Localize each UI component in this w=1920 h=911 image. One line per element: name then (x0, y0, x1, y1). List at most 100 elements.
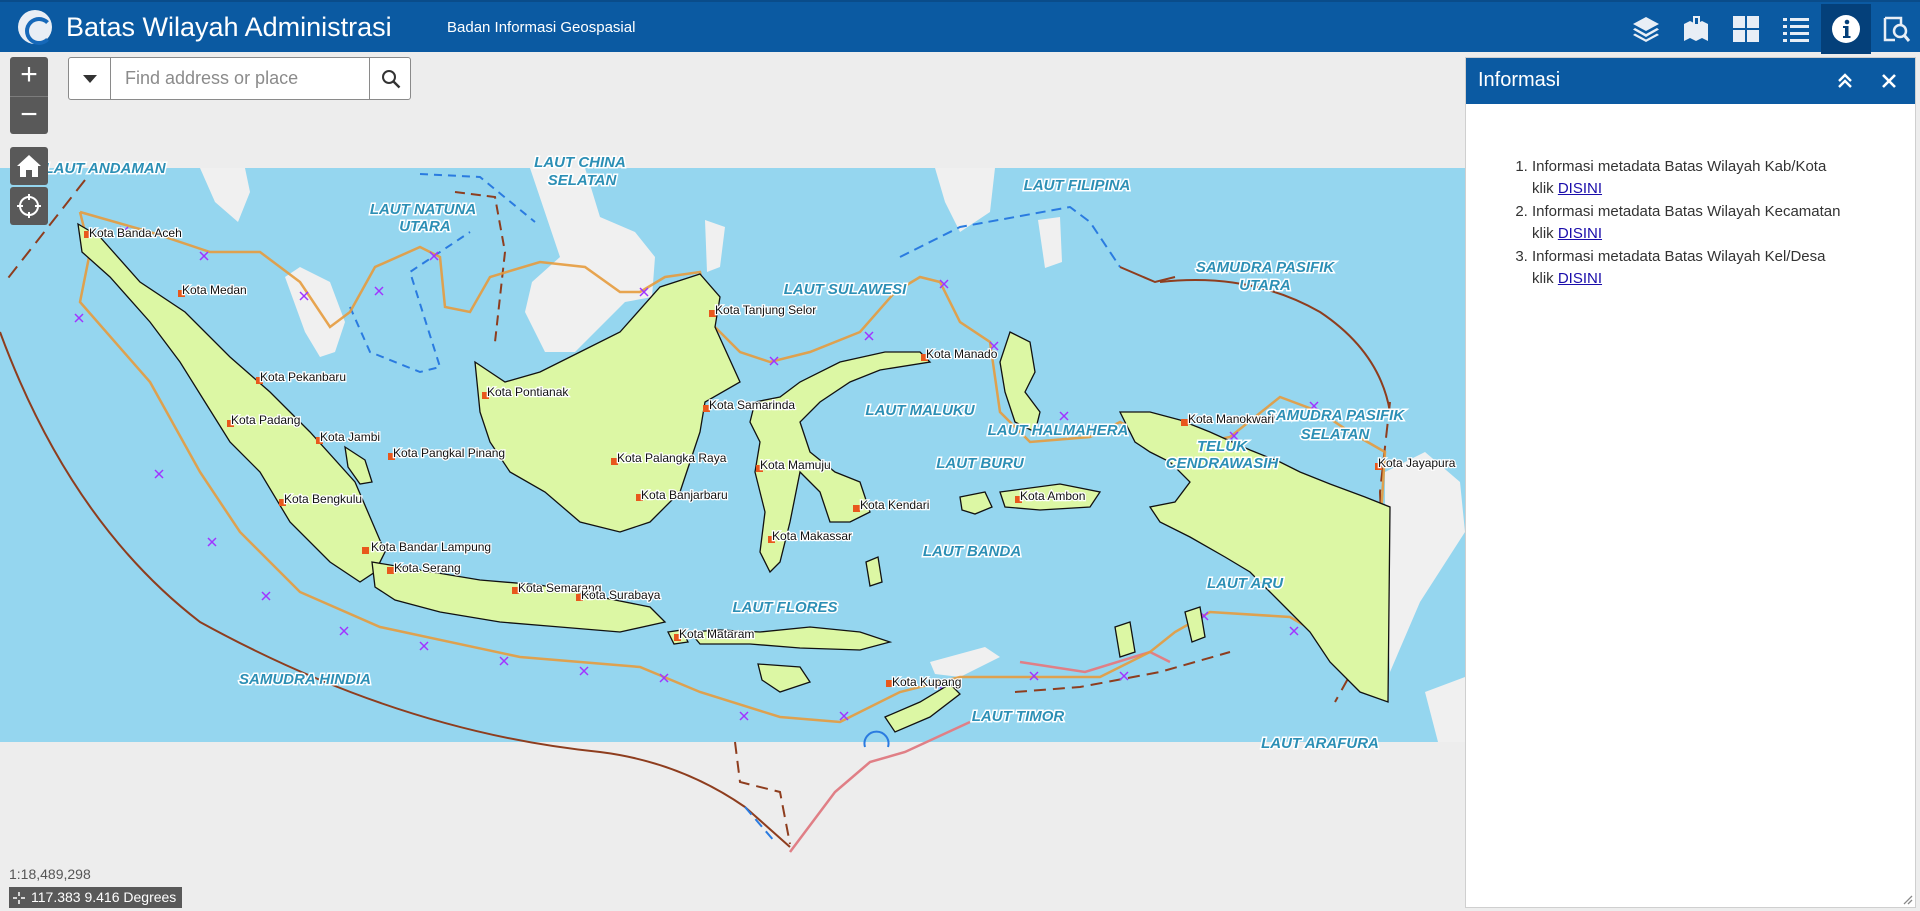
list-item: Informasi metadata Batas Wilayah Kel/Des… (1532, 246, 1902, 290)
map-canvas[interactable]: LAUT ANDAMAN LAUT CHINA SELATAN LAUT NAT… (0, 52, 1465, 911)
sea-label: UTARA (1239, 277, 1290, 294)
metadata-link-kabkota[interactable]: DISINI (1558, 180, 1602, 197)
search-source-dropdown[interactable] (69, 58, 111, 99)
sea-label: LAUT NATUNA (370, 201, 476, 218)
legend-icon (1684, 16, 1708, 41)
city-marker (387, 567, 394, 574)
sea-label: SAMUDRA HINDIA (239, 671, 371, 688)
city-label: Kota Serang (394, 561, 461, 575)
app-header: Batas Wilayah Administrasi Badan Informa… (0, 0, 1920, 54)
city-label: Kota Kupang (892, 675, 961, 689)
basemap-gallery-button[interactable] (1721, 4, 1771, 54)
collapse-panel-button[interactable] (1832, 68, 1858, 94)
city-label: Kota Surabaya (581, 588, 661, 602)
sea-label: UTARA (399, 218, 450, 235)
coordinate-text: 117.383 9.416 Degrees (31, 889, 177, 905)
list-button[interactable] (1771, 4, 1821, 54)
about-button[interactable] (1821, 4, 1871, 54)
query-icon (1883, 16, 1911, 42)
list-item-text: Informasi metadata Batas Wilayah Kab/Kot… (1532, 158, 1827, 175)
list-item-prefix: klik (1532, 180, 1554, 197)
city-label: Kota Makassar (772, 529, 852, 543)
city-label: Kota Pangkal Pinang (393, 446, 505, 460)
maritime-boundary (734, 741, 791, 845)
sea-label: SELATAN (548, 172, 618, 189)
metadata-link-keldesa[interactable]: DISINI (1558, 270, 1602, 287)
layers-icon (1633, 17, 1659, 42)
sea-label: LAUT FILIPINA (1024, 177, 1131, 194)
double-chevron-up-icon (1838, 73, 1852, 88)
grid-icon (1733, 16, 1759, 42)
sea-label: SAMUDRA PASIFIK (1266, 407, 1406, 424)
city-marker (362, 547, 369, 554)
zoom-out-button[interactable]: − (10, 96, 48, 134)
city-label: Kota Banda Aceh (89, 226, 182, 240)
list-item-prefix: klik (1532, 225, 1554, 242)
sea-label: LAUT TIMOR (972, 708, 1065, 725)
sea-label: LAUT ANDAMAN (44, 160, 166, 177)
list-icon (1783, 18, 1809, 42)
zoom-control: + − (10, 57, 48, 134)
city-label: Kota Medan (182, 283, 247, 297)
info-icon (1832, 15, 1860, 43)
panel-title: Informasi (1478, 69, 1561, 91)
locate-icon (17, 194, 41, 218)
city-marker (853, 505, 860, 512)
app-logo (18, 10, 53, 45)
city-label: Kota Manokwari (1188, 412, 1274, 426)
city-label: Kota Kendari (860, 498, 929, 512)
sea-label: LAUT MALUKU (865, 402, 975, 419)
city-marker (1181, 419, 1188, 426)
locate-button[interactable] (10, 187, 48, 225)
home-icon (17, 155, 41, 177)
metadata-link-kecamatan[interactable]: DISINI (1558, 225, 1602, 242)
city-label: Kota Padang (231, 413, 300, 427)
list-item-text: Informasi metadata Batas Wilayah Kecamat… (1532, 203, 1841, 220)
legend-button[interactable] (1671, 4, 1721, 54)
sea-label: LAUT BANDA (923, 543, 1021, 560)
list-item-prefix: klik (1532, 270, 1554, 287)
scale-text: 1:18,489,298 (9, 866, 91, 882)
search-widget (68, 57, 411, 100)
crosshair-icon (13, 891, 25, 904)
city-label: Kota Jambi (320, 430, 380, 444)
panel-header: Informasi (1466, 58, 1915, 104)
search-icon (381, 69, 400, 88)
sea-label: LAUT SULAWESI (784, 281, 907, 298)
query-button[interactable] (1871, 4, 1920, 54)
city-label: Kota Pekanbaru (260, 370, 346, 384)
sea-label: SELATAN (1301, 426, 1371, 443)
close-panel-button[interactable] (1876, 68, 1902, 94)
metadata-list: Informasi metadata Batas Wilayah Kab/Kot… (1532, 156, 1902, 291)
layer-list-button[interactable] (1621, 4, 1671, 54)
chevron-down-icon (82, 74, 97, 83)
list-item: Informasi metadata Batas Wilayah Kab/Kot… (1532, 156, 1902, 200)
sea-label: SAMUDRA PASIFIK (1196, 259, 1336, 276)
city-label: Kota Tanjung Selor (715, 303, 816, 317)
app-title: Batas Wilayah Administrasi (66, 12, 392, 42)
sea-label: LAUT CHINA (534, 154, 626, 171)
city-label: Kota Ambon (1020, 489, 1085, 503)
search-input[interactable] (112, 58, 368, 99)
info-panel: Informasi Informasi metadata Batas Wilay… (1465, 57, 1916, 908)
sea-label: LAUT BURU (936, 455, 1025, 472)
zoom-in-button[interactable]: + (10, 57, 48, 95)
city-label: Kota Mamuju (760, 458, 831, 472)
home-button[interactable] (10, 147, 48, 185)
city-label: Kota Manado (926, 347, 998, 361)
sea-label: LAUT FLORES (733, 599, 838, 616)
sea-label: CENDRAWASIH (1166, 455, 1280, 472)
list-item-text: Informasi metadata Batas Wilayah Kel/Des… (1532, 248, 1826, 265)
sea-label: LAUT ARU (1207, 575, 1284, 592)
search-button[interactable] (369, 58, 411, 99)
sea-label: TELUK (1197, 438, 1248, 455)
close-icon (1882, 74, 1896, 88)
city-label: Kota Bandar Lampung (371, 540, 491, 554)
city-label: Kota Palangka Raya (617, 451, 727, 465)
map-view[interactable]: LAUT ANDAMAN LAUT CHINA SELATAN LAUT NAT… (0, 52, 1465, 911)
coordinate-readout[interactable]: 117.383 9.416 Degrees (9, 887, 183, 908)
resize-grip-icon[interactable] (1901, 893, 1913, 905)
city-label: Kota Banjarbaru (641, 488, 728, 502)
city-label: Kota Mataram (679, 627, 754, 641)
list-item: Informasi metadata Batas Wilayah Kecamat… (1532, 201, 1902, 245)
